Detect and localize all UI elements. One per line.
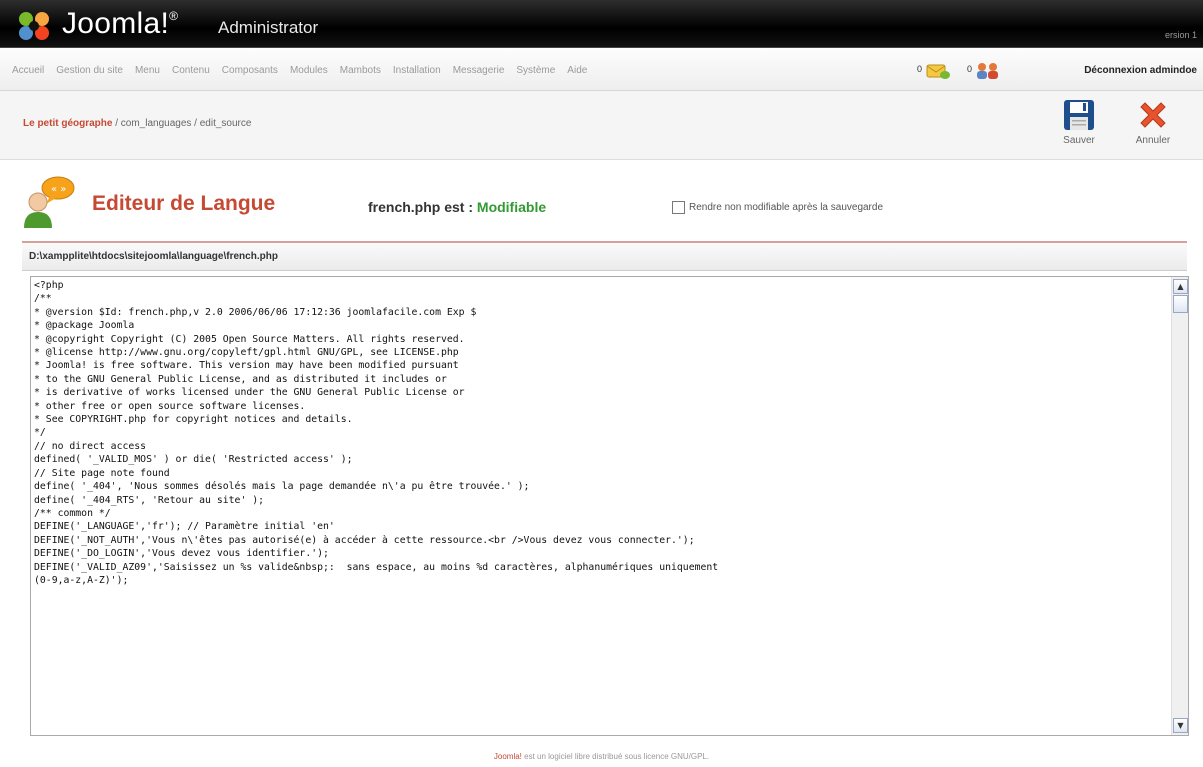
code-line: * @copyright Copyright (C) 2005 Open Sou…: [34, 333, 465, 345]
menu-item-gestion-du-site[interactable]: Gestion du site: [50, 65, 129, 76]
toolbar: Le petit géographe / com_languages / edi…: [0, 91, 1203, 160]
footer-joomla-link[interactable]: Joomla!: [494, 752, 522, 761]
footer-text: est un logiciel libre distribué sous lic…: [521, 752, 710, 761]
code-line: * to the GNU General Public License, and…: [34, 373, 447, 385]
code-line: <?php: [34, 280, 64, 291]
file-status: french.php est : Modifiable: [368, 199, 546, 215]
code-line: * is derivative of works licensed under …: [34, 387, 465, 399]
page-title: Editeur de Langue: [92, 192, 276, 215]
code-line: * See COPYRIGHT.php for copyright notice…: [34, 414, 353, 426]
source-code-textarea[interactable]: <?php /** * @version $Id: french.php,v 2.0…: [34, 279, 1164, 587]
breadcrumb: Le petit géographe / com_languages / edi…: [23, 118, 251, 129]
cancel-button[interactable]: Annuler: [1127, 91, 1179, 157]
make-unwriteable-label: Rendre non modifiable après la sauvegard…: [689, 202, 884, 213]
code-line: DEFINE('_DO_LOGIN','Vous devez vous iden…: [34, 548, 329, 560]
menu-item-systeme[interactable]: Système: [510, 65, 561, 76]
code-line: (0-9,a-z,A-Z)');: [34, 574, 129, 586]
online-users-icon[interactable]: [975, 62, 1001, 80]
joomla-logo-icon: [19, 12, 49, 40]
code-line: // no direct access: [34, 440, 147, 452]
menu-bar: Accueil Gestion du site Menu Contenu Com…: [0, 48, 1203, 91]
file-path: D:\xampplite\htdocs\sitejoomla\language\…: [29, 251, 278, 262]
code-line: // Site page note found: [34, 467, 170, 479]
red-x-icon: [1140, 102, 1166, 128]
main-menu: Accueil Gestion du site Menu Contenu Com…: [6, 65, 593, 76]
code-line: define( '_404', 'Nous sommes désolés mai…: [34, 481, 530, 493]
menu-item-modules[interactable]: Modules: [284, 65, 334, 76]
menu-item-mambots[interactable]: Mambots: [334, 65, 387, 76]
editor-scrollbar[interactable]: ▲ ▼: [1171, 277, 1188, 735]
menu-item-aide[interactable]: Aide: [561, 65, 593, 76]
messages-count: 0: [917, 64, 923, 74]
cancel-button-label: Annuler: [1135, 135, 1171, 146]
code-line: * @package Joomla: [34, 320, 135, 332]
footer: Joomla! est un logiciel libre distribué …: [0, 752, 1203, 761]
code-line: * @version $Id: french.php,v 2.0 2006/06…: [34, 306, 477, 318]
code-line: */: [34, 427, 46, 439]
file-name: french.php est :: [368, 199, 477, 215]
menu-item-contenu[interactable]: Contenu: [166, 65, 216, 76]
scroll-up-arrow-icon[interactable]: ▲: [1173, 279, 1188, 294]
menu-item-installation[interactable]: Installation: [387, 65, 447, 76]
breadcrumb-path: / com_languages / edit_source: [112, 118, 252, 129]
site-name[interactable]: Le petit géographe: [23, 118, 112, 129]
scroll-thumb[interactable]: [1173, 295, 1188, 313]
code-line: defined( '_VALID_MOS' ) or die( 'Restric…: [34, 454, 353, 466]
logout-link[interactable]: Déconnexion admindoe: [1084, 65, 1197, 76]
admin-header: Joomla!® Administrator ersion 1: [0, 0, 1203, 48]
save-button[interactable]: Sauver: [1053, 91, 1105, 157]
source-editor[interactable]: <?php /** * @version $Id: french.php,v 2.0…: [30, 276, 1189, 736]
users-count: 0: [967, 64, 973, 74]
messages-icon[interactable]: [925, 62, 951, 80]
code-line: * Joomla! is free software. This version…: [34, 360, 459, 372]
scroll-down-arrow-icon[interactable]: ▼: [1173, 718, 1188, 733]
code-line: /** common */: [34, 507, 111, 519]
code-line: define( '_404_RTS', 'Retour au site' );: [34, 494, 265, 506]
make-unwriteable-checkbox[interactable]: [672, 201, 685, 214]
make-unwriteable-option: Rendre non modifiable après la sauvegard…: [672, 201, 883, 214]
language-editor-icon: « »: [24, 176, 75, 228]
svg-text:« »: « »: [51, 184, 66, 195]
menu-item-messagerie[interactable]: Messagerie: [447, 65, 511, 76]
menu-item-menu[interactable]: Menu: [129, 65, 166, 76]
save-button-label: Sauver: [1063, 135, 1095, 146]
menu-item-accueil[interactable]: Accueil: [6, 65, 50, 76]
version-label: ersion 1: [1164, 30, 1197, 40]
logo-wordmark: Joomla!®: [62, 7, 179, 40]
code-line: /**: [34, 293, 52, 305]
logo-subtitle: Administrator: [218, 18, 319, 37]
code-line: DEFINE('_VALID_AZ09','Saisissez un %s va…: [34, 561, 719, 573]
file-path-bar: D:\xampplite\htdocs\sitejoomla\language\…: [22, 243, 1187, 271]
code-line: * other free or open source software lic…: [34, 400, 306, 412]
code-line: * @license http://www.gnu.org/copyleft/g…: [34, 347, 459, 359]
code-line: DEFINE('_NOT_AUTH','Vous n\'êtes pas aut…: [34, 534, 695, 546]
floppy-disk-icon: [1064, 100, 1094, 130]
status-badge: Modifiable: [476, 199, 547, 215]
menu-item-composants[interactable]: Composants: [216, 65, 284, 76]
code-line: DEFINE('_LANGUAGE','fr'); // Paramètre i…: [34, 521, 335, 533]
